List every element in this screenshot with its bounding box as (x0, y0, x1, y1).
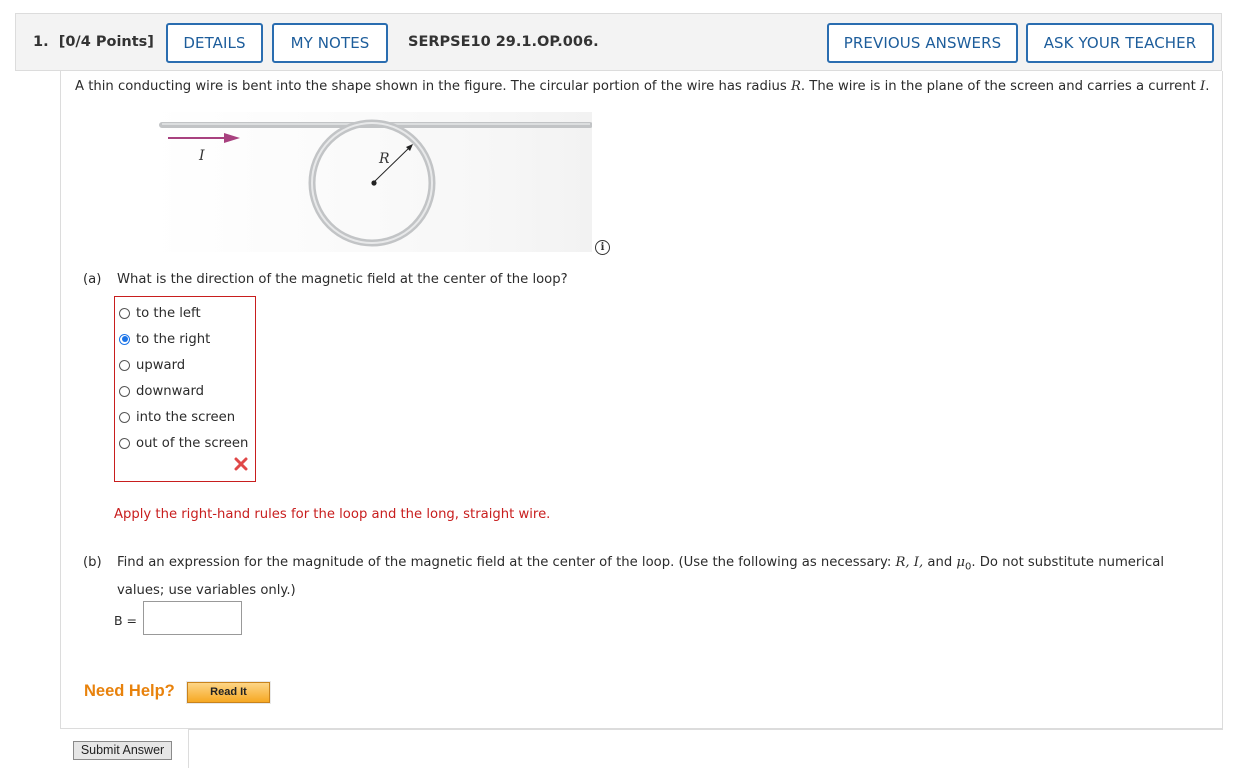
answer-choices: to the left to the right upward downward… (114, 296, 256, 482)
ask-your-teacher-button[interactable]: ASK YOUR TEACHER (1026, 23, 1214, 63)
info-icon[interactable]: i (595, 240, 610, 255)
radio-button[interactable] (119, 385, 130, 397)
my-notes-button[interactable]: MY NOTES (272, 23, 388, 63)
radio-button[interactable] (119, 307, 130, 319)
choice-upward[interactable]: upward (119, 357, 185, 373)
radio-button[interactable] (119, 437, 130, 449)
hint-text: Apply the right-hand rules for the loop … (114, 507, 551, 522)
b-input-label: B = (114, 613, 138, 628)
choice-downward[interactable]: downward (119, 383, 204, 399)
question-number: 1. [0/4 Points] (33, 34, 154, 50)
choice-to-the-right[interactable]: to the right (119, 331, 210, 347)
part-a-question: (a) What is the direction of the magnetic… (83, 272, 568, 287)
submit-answer-button[interactable]: Submit Answer (73, 741, 172, 760)
b-answer-input[interactable] (143, 601, 242, 635)
wire-loop-figure: I R (152, 112, 592, 252)
radio-button[interactable] (119, 411, 130, 423)
read-it-button[interactable]: Read It (186, 681, 271, 704)
choice-into-the-screen[interactable]: into the screen (119, 409, 235, 425)
choice-to-the-left[interactable]: to the left (119, 305, 201, 321)
points-score: [0/4 Points] (58, 34, 154, 50)
question-header: 1. [0/4 Points] DETAILS MY NOTES SERPSE1… (15, 13, 1222, 71)
choice-out-of-the-screen[interactable]: out of the screen (119, 435, 248, 451)
loop-center-dot (371, 180, 377, 186)
part-b-question: (b) Find an expression for the magnitude … (83, 551, 1183, 602)
radio-button[interactable] (119, 359, 130, 371)
part-a-label: (a) (83, 272, 102, 287)
current-label: I (198, 148, 205, 164)
bottom-panel (188, 729, 1223, 768)
incorrect-x-icon (234, 457, 248, 471)
question-code: SERPSE10 29.1.OP.006. (408, 34, 599, 50)
radio-button-selected[interactable] (119, 333, 130, 345)
question-prompt: A thin conducting wire is bent into the … (75, 79, 1210, 94)
radius-label: R (378, 151, 390, 167)
details-button[interactable]: DETAILS (166, 23, 263, 63)
need-help-label: Need Help? (84, 682, 175, 700)
part-b-label: (b) (83, 555, 102, 570)
previous-answers-button[interactable]: PREVIOUS ANSWERS (827, 23, 1018, 63)
